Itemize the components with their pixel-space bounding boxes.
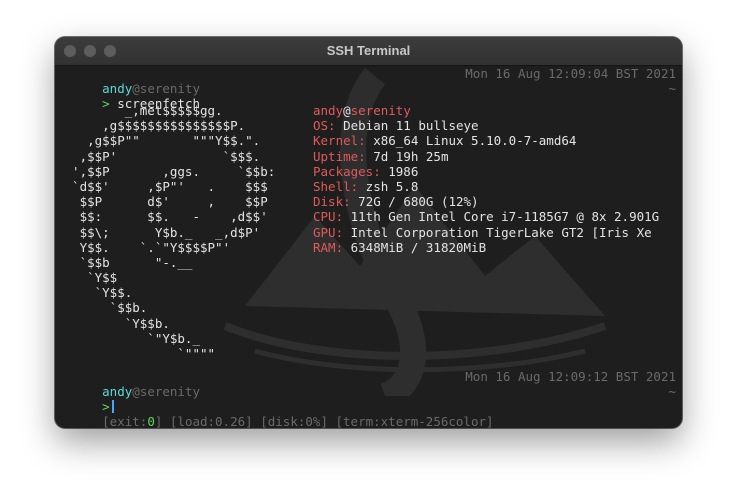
- exit-status-close: ]: [154, 414, 163, 428]
- terminal-window: SSH Terminal andy@serenity Mon 16 Aug 12…: [55, 37, 682, 428]
- info-key: RAM:: [313, 239, 344, 255]
- info-row-uptime: Uptime: 7d 19h 25m: [313, 149, 678, 164]
- info-key: GPU:: [313, 224, 344, 240]
- logo-line: ,g$$$$$$$$$$$$$$$P.: [57, 118, 246, 134]
- load-status: [load:0.26]: [169, 414, 253, 428]
- info-row-cpu: CPU: 11th Gen Intel Core i7-1185G7 @ 8x …: [313, 209, 678, 224]
- system-info: andy@serenity OS: Debian 11 bullseye Ker…: [313, 103, 678, 255]
- info-value: zsh 5.8: [358, 178, 419, 194]
- info-row-ram: RAM: 6348MiB / 31820MiB: [313, 240, 678, 255]
- info-value: 72G / 680G (12%): [350, 194, 479, 210]
- exit-status-value: 0: [147, 414, 155, 428]
- logo-line: $$: $$. - ,d$$': [57, 209, 268, 225]
- prompt-timestamp: Mon 16 Aug 12:09:04 BST 2021: [465, 66, 676, 81]
- terminal-output[interactable]: andy@serenity Mon 16 Aug 12:09:04 BST 20…: [55, 66, 682, 428]
- exit-status-label: [exit:: [102, 414, 148, 428]
- prompt-timestamp: Mon 16 Aug 12:09:12 BST 2021: [465, 369, 676, 384]
- info-value: 11th Gen Intel Core i7-1185G7 @ 8x 2.901…: [343, 209, 660, 225]
- info-key: Uptime:: [313, 148, 366, 164]
- logo-line: ,g$$P"" """Y$$.".: [57, 133, 261, 149]
- logo-line: _,met$$$$$gg.: [57, 103, 223, 118]
- info-row-disk: Disk: 72G / 680G (12%): [313, 194, 678, 209]
- info-value: 1986: [380, 163, 419, 179]
- window-title: SSH Terminal: [326, 43, 411, 58]
- debian-ascii-logo: _,met$$$$$gg. ,g$$$$$$$$$$$$$$$P. ,g$$P"…: [57, 103, 307, 361]
- prompt-cwd: ~: [668, 81, 676, 96]
- info-value: 7d 19h 25m: [365, 148, 449, 164]
- logo-line: `"""": [57, 346, 216, 361]
- info-row-gpu: GPU: Intel Corporation TigerLake GT2 [Ir…: [313, 225, 678, 240]
- logo-line: `$$b "-.__: [57, 254, 193, 270]
- info-row-os: OS: Debian 11 bullseye: [313, 118, 678, 133]
- logo-line: `"Y$b._: [57, 330, 200, 346]
- logo-line: ,$$P' `$$$.: [57, 148, 261, 164]
- info-at: @: [343, 103, 351, 118]
- logo-line: ',$$P ,ggs. `$$b:: [57, 163, 276, 179]
- title-bar[interactable]: SSH Terminal: [55, 37, 682, 66]
- info-row-shell: Shell: zsh 5.8: [313, 179, 678, 194]
- info-key: OS:: [313, 118, 336, 134]
- active-command-line[interactable]: > ~: [57, 384, 676, 414]
- info-row-packages: Packages: 1986: [313, 164, 678, 179]
- logo-line: $$P d$' , $$P: [57, 194, 268, 210]
- logo-line: `d$$' ,$P"' . $$$: [57, 178, 268, 194]
- status-line: [exit:0] [load:0.26] [disk:0%] [term:xte…: [57, 399, 676, 428]
- info-value: 6348MiB / 31820MiB: [343, 239, 487, 255]
- prompt-header-line: andy@serenity Mon 16 Aug 12:09:12 BST 20…: [57, 369, 676, 399]
- prompt-header-line: andy@serenity Mon 16 Aug 12:09:04 BST 20…: [57, 66, 676, 96]
- info-value: Debian 11 bullseye: [335, 118, 479, 134]
- info-key: Packages:: [313, 163, 381, 179]
- info-user: andy: [313, 103, 344, 118]
- info-user-host: andy@serenity: [313, 103, 678, 118]
- info-key: CPU:: [313, 209, 344, 225]
- info-row-kernel: Kernel: x86_64 Linux 5.10.0-7-amd64: [313, 133, 678, 148]
- prompt-cwd: ~: [668, 384, 676, 399]
- command-line: > screenfetch ~: [57, 81, 676, 111]
- info-key: Kernel:: [313, 133, 366, 149]
- term-status: [term:xterm-256color]: [335, 414, 494, 428]
- info-host: serenity: [350, 103, 411, 118]
- logo-line: `Y$$.: [57, 285, 133, 301]
- logo-line: `Y$$: [57, 270, 118, 286]
- info-value: Intel Corporation TigerLake GT2 [Iris Xe: [343, 224, 652, 240]
- logo-line: $$\; Y$b._ _,d$P': [57, 224, 261, 240]
- logo-line: `Y$$b.: [57, 315, 170, 331]
- logo-line: Y$$. `.`"Y$$$$P"': [57, 239, 231, 255]
- logo-line: `$$b.: [57, 300, 148, 316]
- info-value: x86_64 Linux 5.10.0-7-amd64: [365, 133, 577, 149]
- info-key: Shell:: [313, 178, 359, 194]
- info-key: Disk:: [313, 194, 351, 210]
- disk-status: [disk:0%]: [260, 414, 328, 428]
